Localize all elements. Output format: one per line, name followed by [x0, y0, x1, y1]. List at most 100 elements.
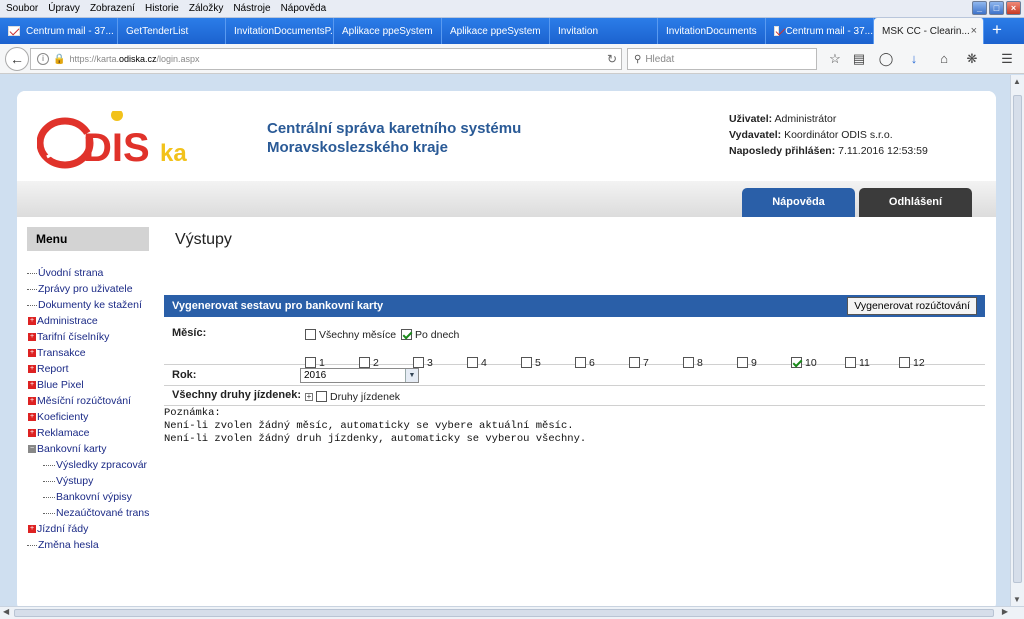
- sidebar-item-13[interactable]: Výstupy: [27, 473, 167, 489]
- sidebar-item-12[interactable]: Výsledky zpracovár: [27, 457, 167, 473]
- tab-invitationdocuments[interactable]: InvitationDocuments: [658, 18, 766, 44]
- sidebar-item-6[interactable]: + Report: [27, 361, 167, 377]
- sidebar-item-label: Bankovní výpisy: [56, 491, 132, 503]
- horizontal-scrollbar[interactable]: ◀ ▶: [0, 606, 1024, 619]
- vertical-scrollbar[interactable]: ▲ ▼: [1010, 75, 1024, 606]
- expand-plus-icon[interactable]: +: [305, 392, 313, 401]
- by-days-checkbox[interactable]: [401, 329, 412, 341]
- tab-invitationdocumentsp[interactable]: InvitationDocumentsP...: [226, 18, 334, 44]
- sidebar-item-label: Reklamace: [37, 427, 90, 439]
- extension-icon[interactable]: ❋: [963, 50, 981, 68]
- expand-plus-icon[interactable]: +: [28, 381, 36, 390]
- mail-favicon-icon: [8, 26, 20, 36]
- year-label: Rok:: [172, 369, 197, 381]
- url-bar[interactable]: i 🔒 https://karta.odiska.cz/login.aspx ↻: [30, 48, 622, 70]
- sidebar-item-3[interactable]: + Administrace: [27, 313, 167, 329]
- ticket-types-checkbox[interactable]: [316, 391, 327, 403]
- user-info: Uživatel: Administrátor Vydavatel: Koord…: [729, 111, 928, 159]
- sidebar-item-9[interactable]: + Koeficienty: [27, 409, 167, 425]
- browser-menubar: Soubor Úpravy Zobrazení Historie Záložky…: [0, 0, 1024, 18]
- expand-plus-icon[interactable]: +: [28, 397, 36, 406]
- all-months-checkbox[interactable]: [305, 329, 316, 341]
- scroll-up-icon[interactable]: ▲: [1013, 77, 1021, 86]
- expand-plus-icon[interactable]: +: [28, 365, 36, 374]
- tab-aplikace-ppesystem-1[interactable]: Aplikace ppeSystem: [334, 18, 442, 44]
- scroll-right-icon[interactable]: ▶: [1002, 607, 1008, 616]
- sidebar-item-15[interactable]: Nezaúčtované trans: [27, 505, 167, 521]
- expand-plus-icon[interactable]: +: [28, 413, 36, 422]
- pocket-icon[interactable]: ◯: [877, 50, 895, 68]
- sidebar-item-2[interactable]: Dokumenty ke stažení: [27, 297, 167, 313]
- help-button[interactable]: Nápověda: [742, 188, 855, 217]
- home-icon[interactable]: ⌂: [935, 50, 953, 68]
- reading-list-icon[interactable]: ▤: [850, 50, 868, 68]
- menu-zobrazeni[interactable]: Zobrazení: [90, 3, 135, 14]
- sidebar-item-17[interactable]: Změna hesla: [27, 537, 167, 553]
- menu-upravy[interactable]: Úpravy: [48, 3, 80, 14]
- sidebar-item-0[interactable]: Úvodní strana: [27, 265, 167, 281]
- expand-plus-icon[interactable]: +: [28, 525, 36, 534]
- browser-navbar: ← i 🔒 https://karta.odiska.cz/login.aspx…: [0, 44, 1024, 74]
- sidebar-item-16[interactable]: + Jízdní řády: [27, 521, 167, 537]
- menu-napoveda[interactable]: Nápověda: [281, 3, 327, 14]
- bookmark-star-icon[interactable]: ☆: [826, 50, 844, 68]
- search-icon: ⚲: [634, 53, 642, 65]
- maximize-button[interactable]: □: [989, 1, 1004, 15]
- tab-centrum-mail-2[interactable]: Centrum mail - 37...: [766, 18, 874, 44]
- expand-plus-icon[interactable]: +: [28, 333, 36, 342]
- issuer-line: Vydavatel: Koordinátor ODIS s.r.o.: [729, 129, 893, 141]
- back-button[interactable]: ←: [5, 46, 29, 71]
- sidebar-item-8[interactable]: + Měsíční rozúčtování: [27, 393, 167, 409]
- tab-msk-cc-active[interactable]: MSK CC - Clearin... ×: [874, 18, 984, 44]
- sidebar-item-label: Jízdní řády: [37, 523, 89, 535]
- sidebar-item-14[interactable]: Bankovní výpisy: [27, 489, 167, 505]
- minimize-button[interactable]: _: [972, 1, 987, 15]
- download-icon[interactable]: ↓: [905, 50, 923, 68]
- menu-zalozky[interactable]: Záložky: [189, 3, 223, 14]
- tree-connector: [43, 512, 55, 514]
- sidebar-item-4[interactable]: + Tarifní číselníky: [27, 329, 167, 345]
- sidebar-item-5[interactable]: + Transakce: [27, 345, 167, 361]
- tab-invitation[interactable]: Invitation: [550, 18, 658, 44]
- last-login-line: Naposledy přihlášen: 7.11.2016 12:53:59: [729, 145, 928, 157]
- year-select[interactable]: 2016 ▼: [300, 368, 419, 383]
- expand-plus-icon[interactable]: +: [28, 429, 36, 438]
- tab-gettenderlist[interactable]: GetTenderList: [118, 18, 226, 44]
- reload-icon[interactable]: ↻: [607, 52, 617, 66]
- tab-centrum-mail-1[interactable]: Centrum mail - 37...: [0, 18, 118, 44]
- new-tab-button[interactable]: +: [984, 18, 1010, 44]
- menu-historie[interactable]: Historie: [145, 3, 179, 14]
- sidebar-item-1[interactable]: Zprávy pro uživatele: [27, 281, 167, 297]
- sidebar-item-7[interactable]: + Blue Pixel: [27, 377, 167, 393]
- sidebar-item-label: Změna hesla: [38, 539, 99, 551]
- horizontal-scroll-thumb[interactable]: [14, 609, 994, 617]
- all-months-option[interactable]: Všechny měsíce: [305, 327, 396, 341]
- by-days-option[interactable]: Po dnech: [401, 327, 459, 341]
- window-close-button[interactable]: ×: [1006, 1, 1021, 15]
- mail-favicon-icon: [774, 26, 780, 36]
- hamburger-menu-icon[interactable]: ☰: [998, 50, 1016, 68]
- tree-connector: [27, 544, 37, 546]
- odiska-logo[interactable]: DIS ka: [36, 109, 207, 171]
- menu-nastroje[interactable]: Nástroje: [233, 3, 270, 14]
- section-header: Vygenerovat sestavu pro bankovní karty V…: [164, 295, 985, 317]
- logout-button[interactable]: Odhlášení: [859, 188, 972, 217]
- tab-close-icon[interactable]: ×: [971, 25, 977, 37]
- site-header: DIS ka Centrální správa karetního systém…: [17, 91, 996, 181]
- sidebar-item-label: Report: [37, 363, 69, 375]
- search-input[interactable]: ⚲ Hledat: [627, 48, 817, 70]
- scroll-left-icon[interactable]: ◀: [3, 607, 9, 616]
- sidebar-item-10[interactable]: + Reklamace: [27, 425, 167, 441]
- sidebar-item-11[interactable]: − Bankovní karty: [27, 441, 167, 457]
- expand-plus-icon[interactable]: +: [28, 349, 36, 358]
- ticket-types-option[interactable]: + Druhy jízdenek: [305, 389, 400, 403]
- vertical-scroll-thumb[interactable]: [1013, 95, 1022, 583]
- expand-plus-icon[interactable]: +: [28, 317, 36, 326]
- info-icon[interactable]: i: [37, 53, 49, 65]
- generate-button[interactable]: Vygenerovat rozúčtování: [847, 297, 977, 315]
- sidebar-item-label: Koeficienty: [37, 411, 89, 423]
- collapse-minus-icon[interactable]: −: [28, 445, 36, 454]
- tab-aplikace-ppesystem-2[interactable]: Aplikace ppeSystem: [442, 18, 550, 44]
- scroll-down-icon[interactable]: ▼: [1013, 595, 1021, 604]
- menu-soubor[interactable]: Soubor: [6, 3, 38, 14]
